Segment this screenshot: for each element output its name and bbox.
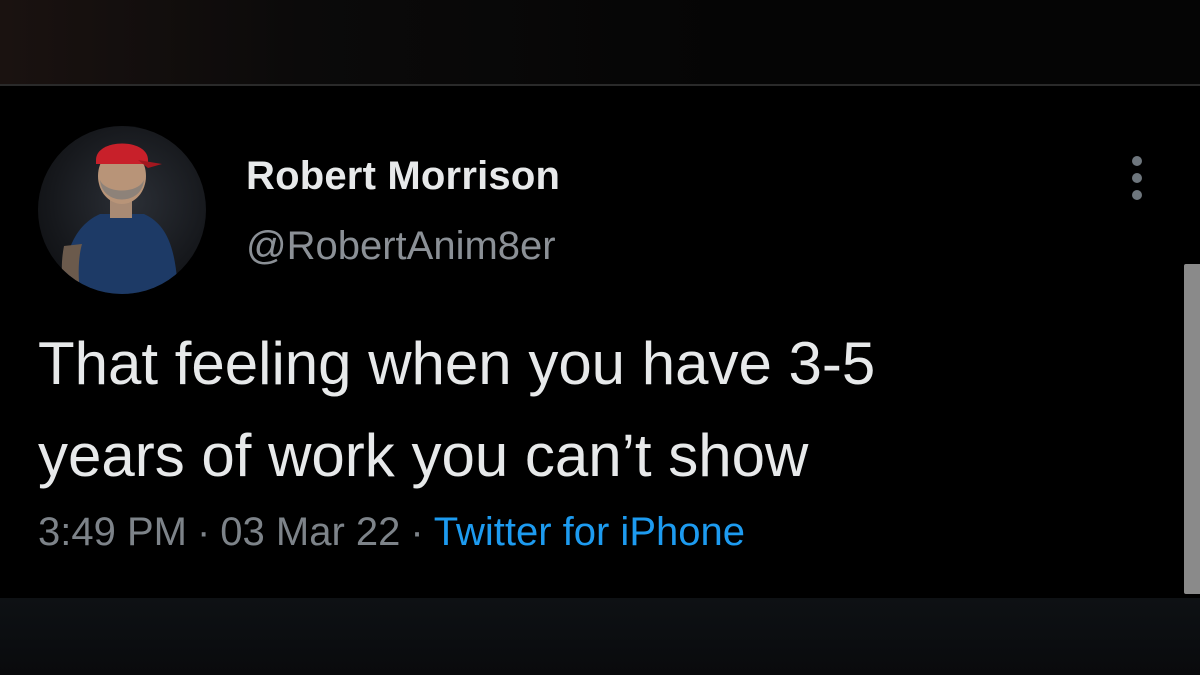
profile-photo-icon <box>61 143 178 294</box>
tweet-text: That feeling when you have 3-5 years of … <box>38 318 1158 502</box>
tweet-date[interactable]: 03 Mar 22 <box>220 510 400 554</box>
tweet-text-line: years of work you can’t show <box>38 422 809 489</box>
display-name[interactable]: Robert Morrison <box>246 154 560 199</box>
separator: · <box>410 510 424 554</box>
more-vertical-icon-dot <box>1132 190 1142 200</box>
avatar[interactable] <box>38 126 206 294</box>
tweet-card[interactable]: Robert Morrison @RobertAnim8er That feel… <box>0 86 1200 598</box>
separator: · <box>196 510 211 554</box>
scrollbar[interactable] <box>1184 264 1200 594</box>
user-handle[interactable]: @RobertAnim8er <box>246 224 556 269</box>
tweet-text-line: That feeling when you have 3-5 <box>38 330 876 397</box>
tweet-source-link[interactable]: Twitter for iPhone <box>434 510 745 554</box>
tweet-metadata: 3:49 PM · 03 Mar 22 · Twitter for iPhone <box>38 510 745 555</box>
tweet-screen: Robert Morrison @RobertAnim8er That feel… <box>0 0 1200 675</box>
top-background <box>0 0 1200 84</box>
bottom-background <box>0 598 1200 675</box>
more-vertical-icon <box>1132 156 1142 166</box>
more-vertical-icon-dot <box>1132 173 1142 183</box>
tweet-time[interactable]: 3:49 PM <box>38 510 187 554</box>
more-options-button[interactable] <box>1124 156 1150 200</box>
